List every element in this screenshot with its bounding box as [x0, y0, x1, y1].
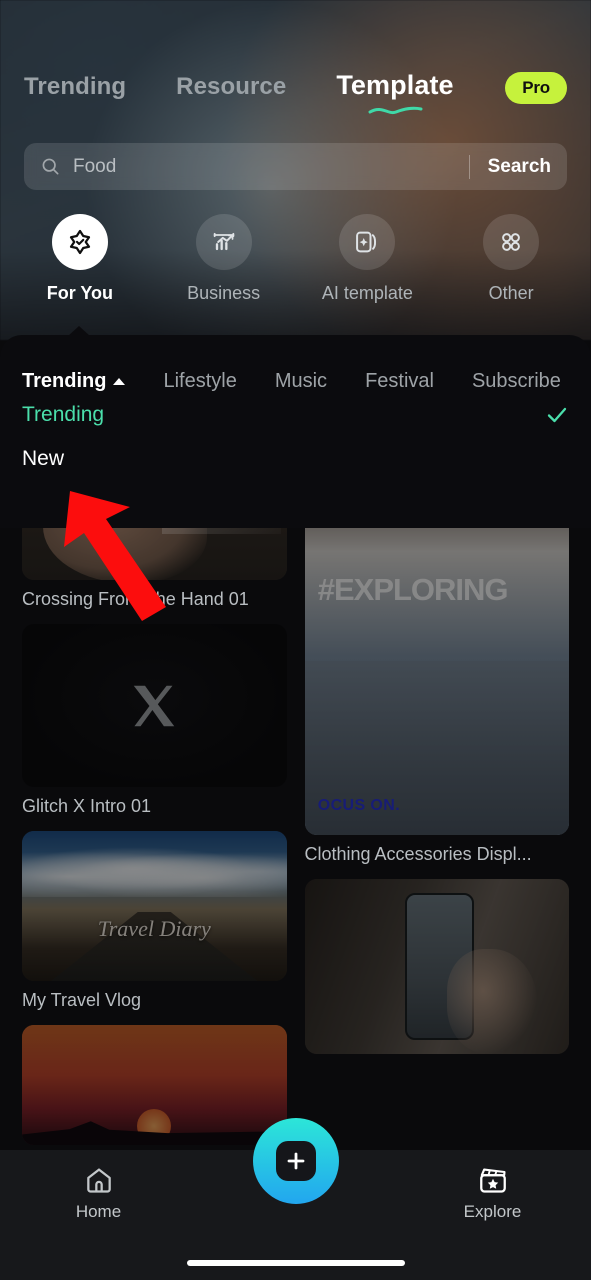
category-business-label: Business [187, 283, 261, 303]
category-ai-template-circle [339, 214, 396, 270]
template-thumbnail-travel[interactable]: Travel Diary [22, 831, 287, 981]
red-arrow-annotation-icon [64, 491, 166, 621]
dropdown-option-new-label: New [22, 447, 65, 470]
bottom-nav-explore-label: Explore [463, 1202, 522, 1221]
search-input[interactable] [73, 155, 469, 178]
bottom-nav-home-label: Home [75, 1202, 122, 1221]
app-root: Trending Resource Template Pro Search [0, 0, 591, 1280]
category-ai-template-label: AI template [321, 283, 413, 303]
dropdown-tab-trending-label: Trending [22, 370, 107, 392]
search-icon [42, 158, 59, 175]
template-card[interactable] [304, 879, 569, 1054]
nav-tab-resource[interactable]: Resource [176, 72, 286, 102]
caret-up-icon [113, 378, 126, 385]
star-check-icon [69, 229, 90, 255]
template-thumbnail-glitch-x[interactable] [22, 624, 287, 787]
template-column-right: #EXPLORING OCUS ON. Clothing Accessories… [304, 430, 569, 1160]
bottom-navigation: Home Explore [0, 1118, 591, 1280]
category-ai-template[interactable]: AI template [296, 214, 440, 314]
home-icon [86, 1168, 111, 1193]
dropdown-caret [68, 326, 90, 336]
template-card[interactable]: Travel Diary My Travel Vlog [22, 831, 287, 1011]
check-icon [547, 407, 567, 423]
template-card-title: Clothing Accessories Displ... [304, 844, 532, 864]
dropdown-tab-trending[interactable]: Trending [22, 370, 126, 393]
top-navigation: Trending Resource Template Pro [0, 70, 591, 124]
category-for-you-label: For You [46, 283, 114, 303]
template-card[interactable]: Glitch X Intro 01 [22, 624, 287, 817]
category-row: For You Business AI template Other [0, 214, 591, 314]
dropdown-tab-row: Trending Lifestyle Music Festival Subscr… [0, 335, 591, 393]
create-button[interactable] [252, 1118, 339, 1204]
dropdown-option-trending[interactable]: Trending [0, 393, 591, 437]
dropdown-tab-lifestyle[interactable]: Lifestyle [163, 370, 236, 393]
home-indicator [186, 1260, 405, 1266]
pro-badge[interactable]: Pro [505, 72, 567, 104]
search-bar[interactable]: Search [24, 143, 567, 190]
clapperboard-star-icon [479, 1168, 506, 1193]
category-business[interactable]: Business [152, 214, 296, 314]
template-card-title: Glitch X Intro 01 [22, 796, 152, 816]
dropdown-tab-music[interactable]: Music [275, 370, 327, 393]
template-card[interactable] [22, 1025, 287, 1145]
template-thumbnail-phone[interactable] [304, 879, 569, 1054]
grid-four-icon [502, 233, 521, 251]
template-thumbnail-sunset[interactable] [22, 1025, 287, 1145]
search-divider [468, 154, 470, 179]
template-card-title: My Travel Vlog [22, 990, 142, 1010]
cards-sparkle-icon [356, 231, 377, 253]
category-business-circle [195, 214, 252, 270]
bottom-nav-home[interactable]: Home [29, 1164, 169, 1222]
category-for-you[interactable]: For You [8, 214, 152, 314]
search-button[interactable]: Search [488, 156, 551, 178]
category-other-label: Other [488, 283, 534, 303]
plus-icon [287, 1152, 304, 1170]
bar-chart-trend-icon [213, 232, 234, 251]
bottom-nav-explore[interactable]: Explore [423, 1164, 563, 1222]
dropdown-option-trending-label: Trending [22, 403, 105, 426]
category-other[interactable]: Other [439, 214, 583, 314]
category-for-you-circle [51, 214, 108, 270]
dropdown-option-new[interactable]: New [0, 437, 591, 481]
dropdown-tab-festival[interactable]: Festival [365, 370, 434, 393]
create-button-inner [275, 1141, 316, 1181]
category-other-circle [483, 214, 540, 270]
nav-tab-template[interactable]: Template [336, 70, 454, 115]
nav-tab-template-label: Template [336, 70, 454, 100]
active-tab-squiggle-icon [368, 106, 423, 115]
nav-tab-trending[interactable]: Trending [24, 72, 126, 102]
dropdown-tab-subscribe[interactable]: Subscribe [472, 370, 561, 393]
